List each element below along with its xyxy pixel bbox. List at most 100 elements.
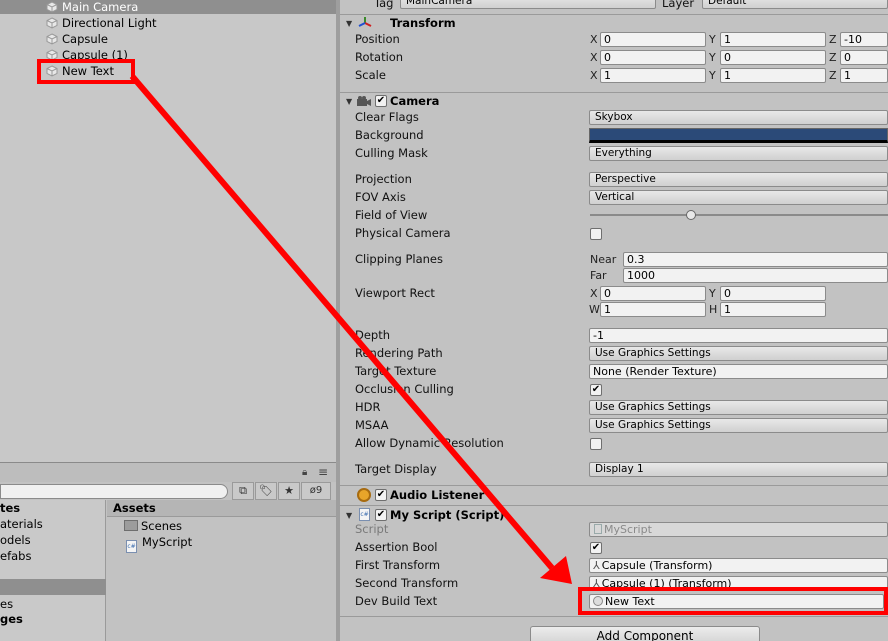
target-display-dropdown[interactable]: Display 1 xyxy=(589,462,888,477)
first-transform-field[interactable]: ⅄ Capsule (Transform) xyxy=(589,558,888,573)
rotation-x-field[interactable]: 0 xyxy=(600,50,706,65)
position-z-field[interactable]: -10 xyxy=(840,32,888,47)
viewport-h-field[interactable]: 1 xyxy=(720,302,826,317)
clear-flags-dropdown[interactable]: Skybox xyxy=(589,110,888,125)
transform-title: Transform xyxy=(390,16,456,30)
position-x-field[interactable]: 0 xyxy=(600,32,706,47)
assertion-bool-checkbox[interactable]: ✔ xyxy=(590,542,602,554)
tree-item-scenes[interactable]: es xyxy=(0,597,13,611)
far-field[interactable]: 1000 xyxy=(623,268,888,283)
near-field[interactable]: 0.3 xyxy=(623,252,888,267)
filter-by-type-icon[interactable]: ⧉ xyxy=(232,482,254,500)
allow-dynamic-resolution-checkbox[interactable] xyxy=(590,438,602,450)
favorite-star-icon[interactable]: ★ xyxy=(278,482,300,500)
second-transform-field[interactable]: ⅄ Capsule (1) (Transform) xyxy=(589,576,888,591)
foldout-arrow-icon[interactable]: ▼ xyxy=(346,97,352,106)
axis-x-label: X xyxy=(590,287,598,300)
target-texture-label: Target Texture xyxy=(355,364,437,378)
scale-z-field[interactable]: 1 xyxy=(840,68,888,83)
target-texture-field[interactable]: None (Render Texture) xyxy=(589,364,888,379)
first-transform-value: Capsule (Transform) xyxy=(601,559,713,572)
field-of-view-slider-track[interactable] xyxy=(590,214,888,216)
background-color-swatch[interactable] xyxy=(589,128,888,143)
tag-dropdown[interactable]: MainCamera xyxy=(400,0,656,9)
hierarchy-item-label: New Text xyxy=(62,64,114,78)
axis-z-label: Z xyxy=(829,33,837,46)
projection-dropdown[interactable]: Perspective xyxy=(589,172,888,187)
hierarchy-item-main-camera[interactable]: Main Camera xyxy=(46,0,138,15)
script-label: Script xyxy=(355,522,389,536)
rotation-y-field[interactable]: 0 xyxy=(720,50,826,65)
project-toolbar: 🔒︎ ≡ xyxy=(0,462,336,482)
axis-h-label: H xyxy=(709,303,718,316)
gameobject-icon xyxy=(593,596,603,606)
tree-item-models[interactable]: odels xyxy=(0,533,31,547)
foldout-arrow-icon[interactable]: ▼ xyxy=(346,511,352,520)
hierarchy-item-label: Main Camera xyxy=(62,0,139,14)
dev-build-text-field[interactable]: New Text xyxy=(589,594,884,609)
asset-item-myscript[interactable]: c# MyScript xyxy=(124,535,192,553)
my-script-enabled-checkbox[interactable]: ✔ xyxy=(375,509,387,521)
asset-label: Scenes xyxy=(141,519,183,533)
scale-x-field[interactable]: 1 xyxy=(600,68,706,83)
foldout-arrow-icon[interactable]: ▼ xyxy=(346,19,352,28)
asset-item-scenes[interactable]: Scenes xyxy=(124,519,182,533)
tree-item-prefabs[interactable]: efabs xyxy=(0,549,31,563)
physical-camera-checkbox[interactable] xyxy=(590,228,602,240)
culling-mask-dropdown[interactable]: Everything xyxy=(589,146,888,161)
hierarchy-item-directional-light[interactable]: Directional Light xyxy=(46,15,157,31)
axis-x-label: X xyxy=(590,51,598,64)
add-component-button[interactable]: Add Component xyxy=(530,626,760,641)
layer-label: Layer xyxy=(662,0,695,10)
hierarchy-item-capsule-1[interactable]: Capsule (1) xyxy=(46,47,128,63)
script-value: MyScript xyxy=(604,523,652,536)
lock-icon[interactable]: 🔒︎ xyxy=(302,467,307,478)
filter-by-label-icon[interactable]: 🏷︎ xyxy=(255,482,277,500)
tree-item-packages[interactable]: ges xyxy=(0,612,23,626)
project-search-input[interactable] xyxy=(0,484,228,499)
transform-axes-icon: ⅄ xyxy=(593,577,600,590)
allow-dynamic-resolution-label: Allow Dynamic Resolution xyxy=(355,436,504,450)
panel-menu-icon[interactable]: ≡ xyxy=(318,465,328,479)
depth-field[interactable]: -1 xyxy=(589,328,888,343)
rotation-z-field[interactable]: 0 xyxy=(840,50,888,65)
audio-listener-enabled-checkbox[interactable]: ✔ xyxy=(375,489,387,501)
fov-axis-dropdown[interactable]: Vertical xyxy=(589,190,888,205)
audio-listener-icon xyxy=(357,488,371,502)
scale-y-field[interactable]: 1 xyxy=(720,68,826,83)
rendering-path-dropdown[interactable]: Use Graphics Settings xyxy=(589,346,888,361)
hierarchy-item-new-text[interactable]: New Text xyxy=(46,63,114,79)
viewport-y-field[interactable]: 0 xyxy=(720,286,826,301)
dev-build-text-value: New Text xyxy=(605,595,655,608)
gameobject-cube-icon xyxy=(46,33,58,45)
gameobject-cube-icon xyxy=(46,65,58,77)
gameobject-cube-icon xyxy=(46,49,58,61)
position-y-field[interactable]: 1 xyxy=(720,32,826,47)
tree-item-materials[interactable]: aterials xyxy=(0,517,43,531)
project-tree-selected-row[interactable] xyxy=(0,579,106,595)
viewport-w-field[interactable]: 1 xyxy=(600,302,706,317)
hierarchy-item-capsule[interactable]: Capsule xyxy=(46,31,108,47)
transform-axes-icon xyxy=(358,17,372,27)
tree-item-favorites[interactable]: tes xyxy=(0,501,20,515)
occlusion-culling-label: Occlusion Culling xyxy=(355,382,454,396)
field-of-view-slider-thumb[interactable] xyxy=(686,210,696,220)
assets-breadcrumb[interactable]: Assets xyxy=(107,500,336,517)
hierarchy-item-label: Capsule xyxy=(62,32,108,46)
msaa-dropdown[interactable]: Use Graphics Settings xyxy=(589,418,888,433)
layer-dropdown[interactable]: Default xyxy=(702,0,888,9)
csharp-script-icon: c# xyxy=(359,508,370,521)
axis-y-label: Y xyxy=(709,69,716,82)
hdr-dropdown[interactable]: Use Graphics Settings xyxy=(589,400,888,415)
depth-label: Depth xyxy=(355,328,391,342)
camera-enabled-checkbox[interactable]: ✔ xyxy=(375,95,387,107)
hidden-count-badge: 9 xyxy=(315,485,323,496)
position-label: Position xyxy=(355,32,400,46)
occlusion-culling-checkbox[interactable]: ✔ xyxy=(590,384,602,396)
assertion-bool-label: Assertion Bool xyxy=(355,540,438,554)
axis-x-label: X xyxy=(590,33,598,46)
hidden-packages-button[interactable]: ø9 xyxy=(301,482,331,500)
projection-label: Projection xyxy=(355,172,412,186)
viewport-x-field[interactable]: 0 xyxy=(600,286,706,301)
audio-listener-title: Audio Listener xyxy=(390,488,485,502)
